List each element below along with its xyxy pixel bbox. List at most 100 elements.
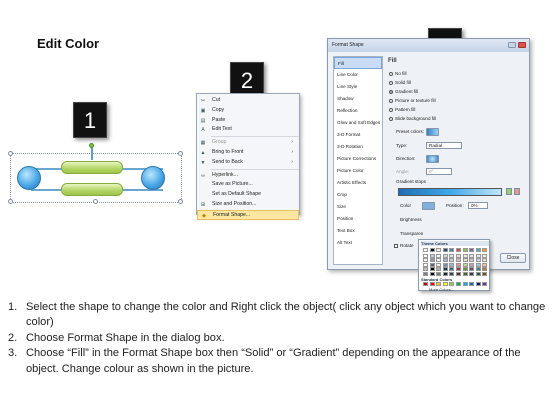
nav-picture-color[interactable]: Picture Color	[334, 165, 382, 177]
nav-position[interactable]: Position	[334, 213, 382, 225]
menu-item-copy[interactable]: ▣ Copy	[197, 106, 299, 116]
color-swatch[interactable]	[482, 267, 488, 272]
color-swatch[interactable]	[482, 272, 488, 276]
color-swatch[interactable]	[456, 253, 461, 258]
color-swatch[interactable]	[423, 262, 428, 267]
color-swatch[interactable]	[429, 262, 435, 267]
color-swatch[interactable]	[456, 248, 461, 252]
type-select[interactable]: Radial	[426, 142, 462, 149]
position-input[interactable]: 0%	[468, 202, 488, 209]
color-swatch[interactable]	[423, 253, 428, 258]
color-swatch[interactable]	[442, 262, 448, 267]
color-swatch[interactable]	[475, 272, 481, 276]
color-swatch[interactable]	[429, 253, 435, 258]
standard-color-swatch[interactable]	[482, 282, 488, 286]
color-swatch[interactable]	[423, 258, 428, 263]
close-button[interactable]: Close	[500, 253, 526, 263]
radio-slide-background-fill[interactable]: Slide background fill	[389, 115, 436, 122]
color-swatch[interactable]	[462, 258, 468, 263]
menu-item-size-position[interactable]: ⊞ Size and Position...	[197, 200, 299, 210]
standard-color-swatch[interactable]	[449, 282, 455, 286]
color-swatch[interactable]	[436, 253, 442, 258]
color-swatch[interactable]	[436, 272, 442, 276]
standard-color-swatch[interactable]	[436, 282, 442, 286]
color-swatch[interactable]	[442, 258, 448, 263]
standard-color-swatch[interactable]	[475, 282, 481, 286]
radio-solid-fill[interactable]: Solid fill	[389, 79, 411, 86]
color-swatch[interactable]	[462, 262, 468, 267]
menu-item-hyperlink[interactable]: ∞ Hyperlink...	[197, 171, 299, 181]
remove-stop-button[interactable]	[514, 188, 520, 195]
radio-no-fill[interactable]: No fill	[389, 70, 407, 77]
menu-item-paste[interactable]: ▤ Paste	[197, 116, 299, 126]
direction-button[interactable]	[426, 155, 439, 163]
right-circle-shape[interactable]	[141, 166, 165, 190]
nav-glow[interactable]: Glow and Soft Edges	[334, 117, 382, 129]
standard-color-swatch[interactable]	[462, 282, 468, 286]
standard-color-swatch[interactable]	[469, 282, 475, 286]
color-swatch[interactable]	[442, 267, 448, 272]
nav-3d-format[interactable]: 3-D Format	[334, 129, 382, 141]
color-swatch[interactable]	[436, 258, 442, 263]
help-button[interactable]	[508, 42, 516, 48]
nav-artistic-effects[interactable]: Artistic Effects	[334, 177, 382, 189]
selected-shape-group[interactable]	[8, 143, 183, 204]
standard-color-swatch[interactable]	[456, 282, 461, 286]
color-swatch[interactable]	[423, 248, 428, 252]
menu-item-format-shape[interactable]: ◆ Format Shape...	[197, 209, 299, 220]
color-swatch[interactable]	[475, 267, 481, 272]
color-swatch[interactable]	[475, 248, 481, 252]
add-stop-button[interactable]	[506, 188, 512, 195]
left-circle-shape[interactable]	[17, 166, 41, 190]
color-swatch[interactable]	[462, 272, 468, 276]
color-swatch[interactable]	[475, 253, 481, 258]
nav-crop[interactable]: Crop	[334, 189, 382, 201]
color-swatch[interactable]	[456, 258, 461, 263]
nav-line-color[interactable]: Line Color	[334, 69, 382, 81]
color-swatch[interactable]	[442, 253, 448, 258]
color-swatch[interactable]	[482, 262, 488, 267]
color-swatch[interactable]	[436, 262, 442, 267]
color-swatch[interactable]	[482, 258, 488, 263]
nav-3d-rotation[interactable]: 3-D Rotation	[334, 141, 382, 153]
color-swatch[interactable]	[469, 272, 475, 276]
color-swatch[interactable]	[456, 262, 461, 267]
nav-alt-text[interactable]: Alt Text	[334, 237, 382, 249]
nav-shadow[interactable]: Shadow	[334, 93, 382, 105]
color-swatch[interactable]	[449, 258, 455, 263]
color-swatch[interactable]	[462, 267, 468, 272]
menu-item-save-as-picture[interactable]: Save as Picture...	[197, 180, 299, 190]
color-swatch[interactable]	[429, 272, 435, 276]
radio-picture-fill[interactable]: Picture or texture fill	[389, 97, 436, 104]
color-swatch[interactable]	[475, 258, 481, 263]
color-swatch[interactable]	[469, 258, 475, 263]
standard-color-swatch[interactable]	[429, 282, 435, 286]
standard-color-swatch[interactable]	[442, 282, 448, 286]
color-swatch[interactable]	[469, 267, 475, 272]
color-swatch[interactable]	[423, 272, 428, 276]
color-swatch[interactable]	[442, 272, 448, 276]
gradient-stops-bar[interactable]	[398, 188, 502, 196]
nav-line-style[interactable]: Line Style	[334, 81, 382, 93]
menu-item-set-default-shape[interactable]: Set as Default Shape	[197, 190, 299, 200]
color-swatch[interactable]	[429, 267, 435, 272]
color-swatch[interactable]	[475, 262, 481, 267]
color-swatch[interactable]	[436, 248, 442, 252]
color-swatch[interactable]	[449, 262, 455, 267]
color-swatch[interactable]	[423, 267, 428, 272]
color-swatch[interactable]	[449, 267, 455, 272]
color-swatch[interactable]	[469, 262, 475, 267]
color-swatch[interactable]	[469, 253, 475, 258]
rotate-checkbox[interactable]: Rotate	[394, 242, 414, 250]
color-swatch[interactable]	[449, 253, 455, 258]
color-swatch[interactable]	[482, 253, 488, 258]
angle-input[interactable]: 0°	[426, 168, 452, 175]
menu-item-send-to-back[interactable]: ▼ Send to Back ›	[197, 158, 299, 168]
radio-pattern-fill[interactable]: Pattern fill	[389, 106, 415, 113]
color-swatch[interactable]	[436, 267, 442, 272]
color-swatch[interactable]	[429, 258, 435, 263]
preset-colors-button[interactable]	[426, 128, 439, 136]
color-swatch[interactable]	[449, 248, 455, 252]
radio-gradient-fill[interactable]: Gradient fill	[389, 88, 418, 95]
color-swatch[interactable]	[429, 248, 435, 252]
